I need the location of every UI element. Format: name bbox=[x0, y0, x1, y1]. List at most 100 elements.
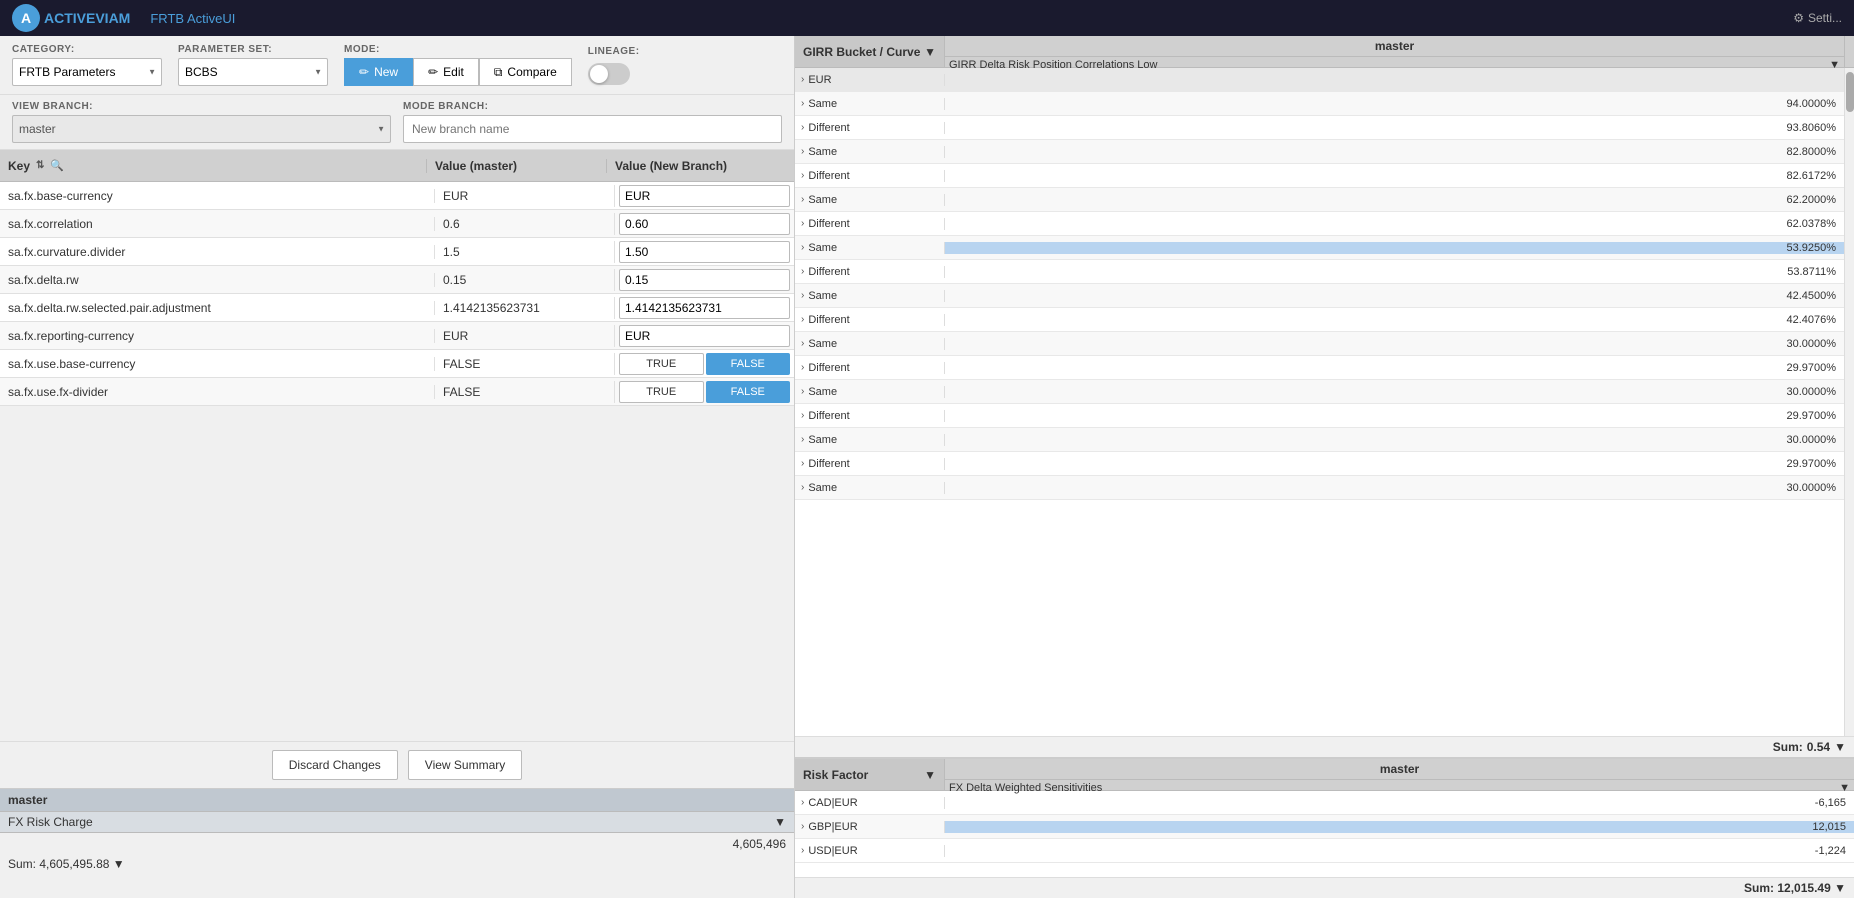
bucket-cell: › EUR bbox=[795, 74, 945, 86]
chevron-down-icon[interactable]: ▼ bbox=[924, 45, 936, 59]
risk-cell: › CAD|EUR bbox=[795, 797, 945, 809]
expand-icon[interactable]: › bbox=[801, 797, 804, 808]
expand-icon[interactable]: › bbox=[801, 458, 804, 469]
expand-icon[interactable]: › bbox=[801, 170, 804, 181]
expand-icon[interactable]: › bbox=[801, 290, 804, 301]
true-button[interactable]: TRUE bbox=[619, 353, 704, 375]
edit-icon: ✏ bbox=[359, 65, 369, 79]
expand-icon[interactable]: › bbox=[801, 98, 804, 109]
app-title: FRTB ActiveUI bbox=[150, 11, 235, 26]
bucket-cell: › Different bbox=[795, 170, 945, 182]
expand-icon[interactable]: › bbox=[801, 218, 804, 229]
table-row: › Different 82.6172% bbox=[795, 164, 1844, 188]
row-key: sa.fx.correlation bbox=[0, 217, 434, 231]
mode-compare-button[interactable]: ⧉ Compare bbox=[479, 58, 572, 86]
new-value-input[interactable] bbox=[619, 241, 790, 263]
sum-expand-icon[interactable]: ▼ bbox=[1834, 740, 1846, 754]
bl-sum: Sum: 4,605,495.88 ▼ bbox=[0, 855, 794, 873]
table-row: › Same 30.0000% bbox=[795, 380, 1844, 404]
logo-text: ACTIVEVIAM bbox=[44, 10, 130, 26]
new-value-input[interactable] bbox=[619, 185, 790, 207]
category-group: CATEGORY: FRTB Parameters bbox=[12, 44, 162, 86]
table-row: › Different 53.8711% bbox=[795, 260, 1844, 284]
table-row: sa.fx.reporting-currency EUR bbox=[0, 322, 794, 350]
sum-dropdown-icon[interactable]: ▼ bbox=[113, 857, 125, 871]
value-cell: 12,015 bbox=[945, 821, 1854, 833]
expand-icon[interactable]: › bbox=[801, 146, 804, 157]
expand-icon[interactable]: › bbox=[801, 266, 804, 277]
table-row: sa.fx.delta.rw.selected.pair.adjustment … bbox=[0, 294, 794, 322]
bucket-cell: › Different bbox=[795, 314, 945, 326]
mode-edit-button[interactable]: ✏ Edit bbox=[413, 58, 479, 86]
expand-icon[interactable]: › bbox=[801, 821, 804, 832]
expand-icon[interactable]: › bbox=[801, 242, 804, 253]
lineage-label: LINEAGE: bbox=[588, 46, 640, 57]
row-key: sa.fx.delta.rw.selected.pair.adjustment bbox=[0, 301, 434, 315]
lineage-toggle[interactable] bbox=[588, 63, 630, 85]
row-new-value bbox=[614, 297, 794, 319]
row-new-value bbox=[614, 213, 794, 235]
new-value-input[interactable] bbox=[619, 269, 790, 291]
risk-master-col: master FX Delta Weighted Sensitivities ▼ bbox=[945, 759, 1854, 790]
category-select[interactable]: FRTB Parameters bbox=[12, 58, 162, 86]
settings-button[interactable]: ⚙ Setti... bbox=[1793, 11, 1842, 25]
risk-master-label: master bbox=[945, 759, 1854, 780]
mode-new-button[interactable]: ✏ New bbox=[344, 58, 413, 86]
expand-icon[interactable]: › bbox=[801, 74, 804, 85]
value-cell: 29.9700% bbox=[945, 362, 1844, 374]
row-value: FALSE bbox=[434, 357, 614, 371]
new-value-input[interactable] bbox=[619, 297, 790, 319]
bucket-cell: › Different bbox=[795, 410, 945, 422]
value-cell: 30.0000% bbox=[945, 434, 1844, 446]
bucket-cell: › Same bbox=[795, 242, 945, 254]
row-value: EUR bbox=[434, 189, 614, 203]
value-cell: 53.8711% bbox=[945, 266, 1844, 278]
value-cell: 62.2000% bbox=[945, 194, 1844, 206]
expand-icon[interactable]: › bbox=[801, 338, 804, 349]
discard-changes-button[interactable]: Discard Changes bbox=[272, 750, 398, 780]
new-value-input[interactable] bbox=[619, 213, 790, 235]
expand-icon[interactable]: › bbox=[801, 845, 804, 856]
risk-factor-footer: Sum: 12,015.49 ▼ bbox=[795, 877, 1854, 898]
expand-icon[interactable]: › bbox=[801, 410, 804, 421]
table-row: sa.fx.correlation 0.6 bbox=[0, 210, 794, 238]
parameter-set-select[interactable]: BCBS bbox=[178, 58, 328, 86]
col-key: Key ⇅ 🔍 bbox=[0, 159, 426, 173]
expand-icon[interactable]: › bbox=[801, 434, 804, 445]
view-summary-button[interactable]: View Summary bbox=[408, 750, 522, 780]
expand-icon[interactable]: › bbox=[801, 194, 804, 205]
bucket-cell: › Different bbox=[795, 458, 945, 470]
chevron-down-icon[interactable]: ▼ bbox=[924, 768, 936, 782]
sum-expand-icon[interactable]: ▼ bbox=[1834, 881, 1846, 895]
controls-bar: CATEGORY: FRTB Parameters PARAMETER SET:… bbox=[0, 36, 794, 95]
expand-icon[interactable]: › bbox=[801, 482, 804, 493]
false-button[interactable]: FALSE bbox=[706, 381, 791, 403]
app-header: A ACTIVEVIAM FRTB ActiveUI ⚙ Setti... bbox=[0, 0, 1854, 36]
mode-branch-input[interactable] bbox=[403, 115, 782, 143]
expand-icon[interactable]: › bbox=[801, 122, 804, 133]
search-icon[interactable]: 🔍 bbox=[50, 159, 64, 172]
table-body: sa.fx.base-currency EUR sa.fx.correlatio… bbox=[0, 182, 794, 741]
table-row: › Different 42.4076% bbox=[795, 308, 1844, 332]
expand-icon[interactable]: › bbox=[801, 314, 804, 325]
expand-icon[interactable]: › bbox=[801, 362, 804, 373]
table-row: › Different 93.8060% bbox=[795, 116, 1844, 140]
bucket-cell: › Same bbox=[795, 386, 945, 398]
girr-master-label: master bbox=[945, 36, 1844, 57]
sort-icon[interactable]: ⇅ bbox=[36, 160, 44, 171]
true-button[interactable]: TRUE bbox=[619, 381, 704, 403]
bucket-cell: › Different bbox=[795, 266, 945, 278]
row-key: sa.fx.base-currency bbox=[0, 189, 434, 203]
toggle-knob bbox=[590, 65, 608, 83]
table-row: › Same 30.0000% bbox=[795, 428, 1844, 452]
false-button[interactable]: FALSE bbox=[706, 353, 791, 375]
girr-table: GIRR Bucket / Curve ▼ master GIRR Delta … bbox=[795, 36, 1854, 758]
expand-icon[interactable]: › bbox=[801, 386, 804, 397]
view-branch-select[interactable]: master bbox=[12, 115, 391, 143]
scrollbar-thumb[interactable] bbox=[1846, 72, 1854, 112]
fx-risk-charge-dropdown[interactable]: FX Risk Charge ▼ bbox=[0, 812, 794, 832]
bucket-cell: › Same bbox=[795, 482, 945, 494]
bucket-cell: › Different bbox=[795, 362, 945, 374]
new-value-input[interactable] bbox=[619, 325, 790, 347]
bucket-cell: › Same bbox=[795, 194, 945, 206]
